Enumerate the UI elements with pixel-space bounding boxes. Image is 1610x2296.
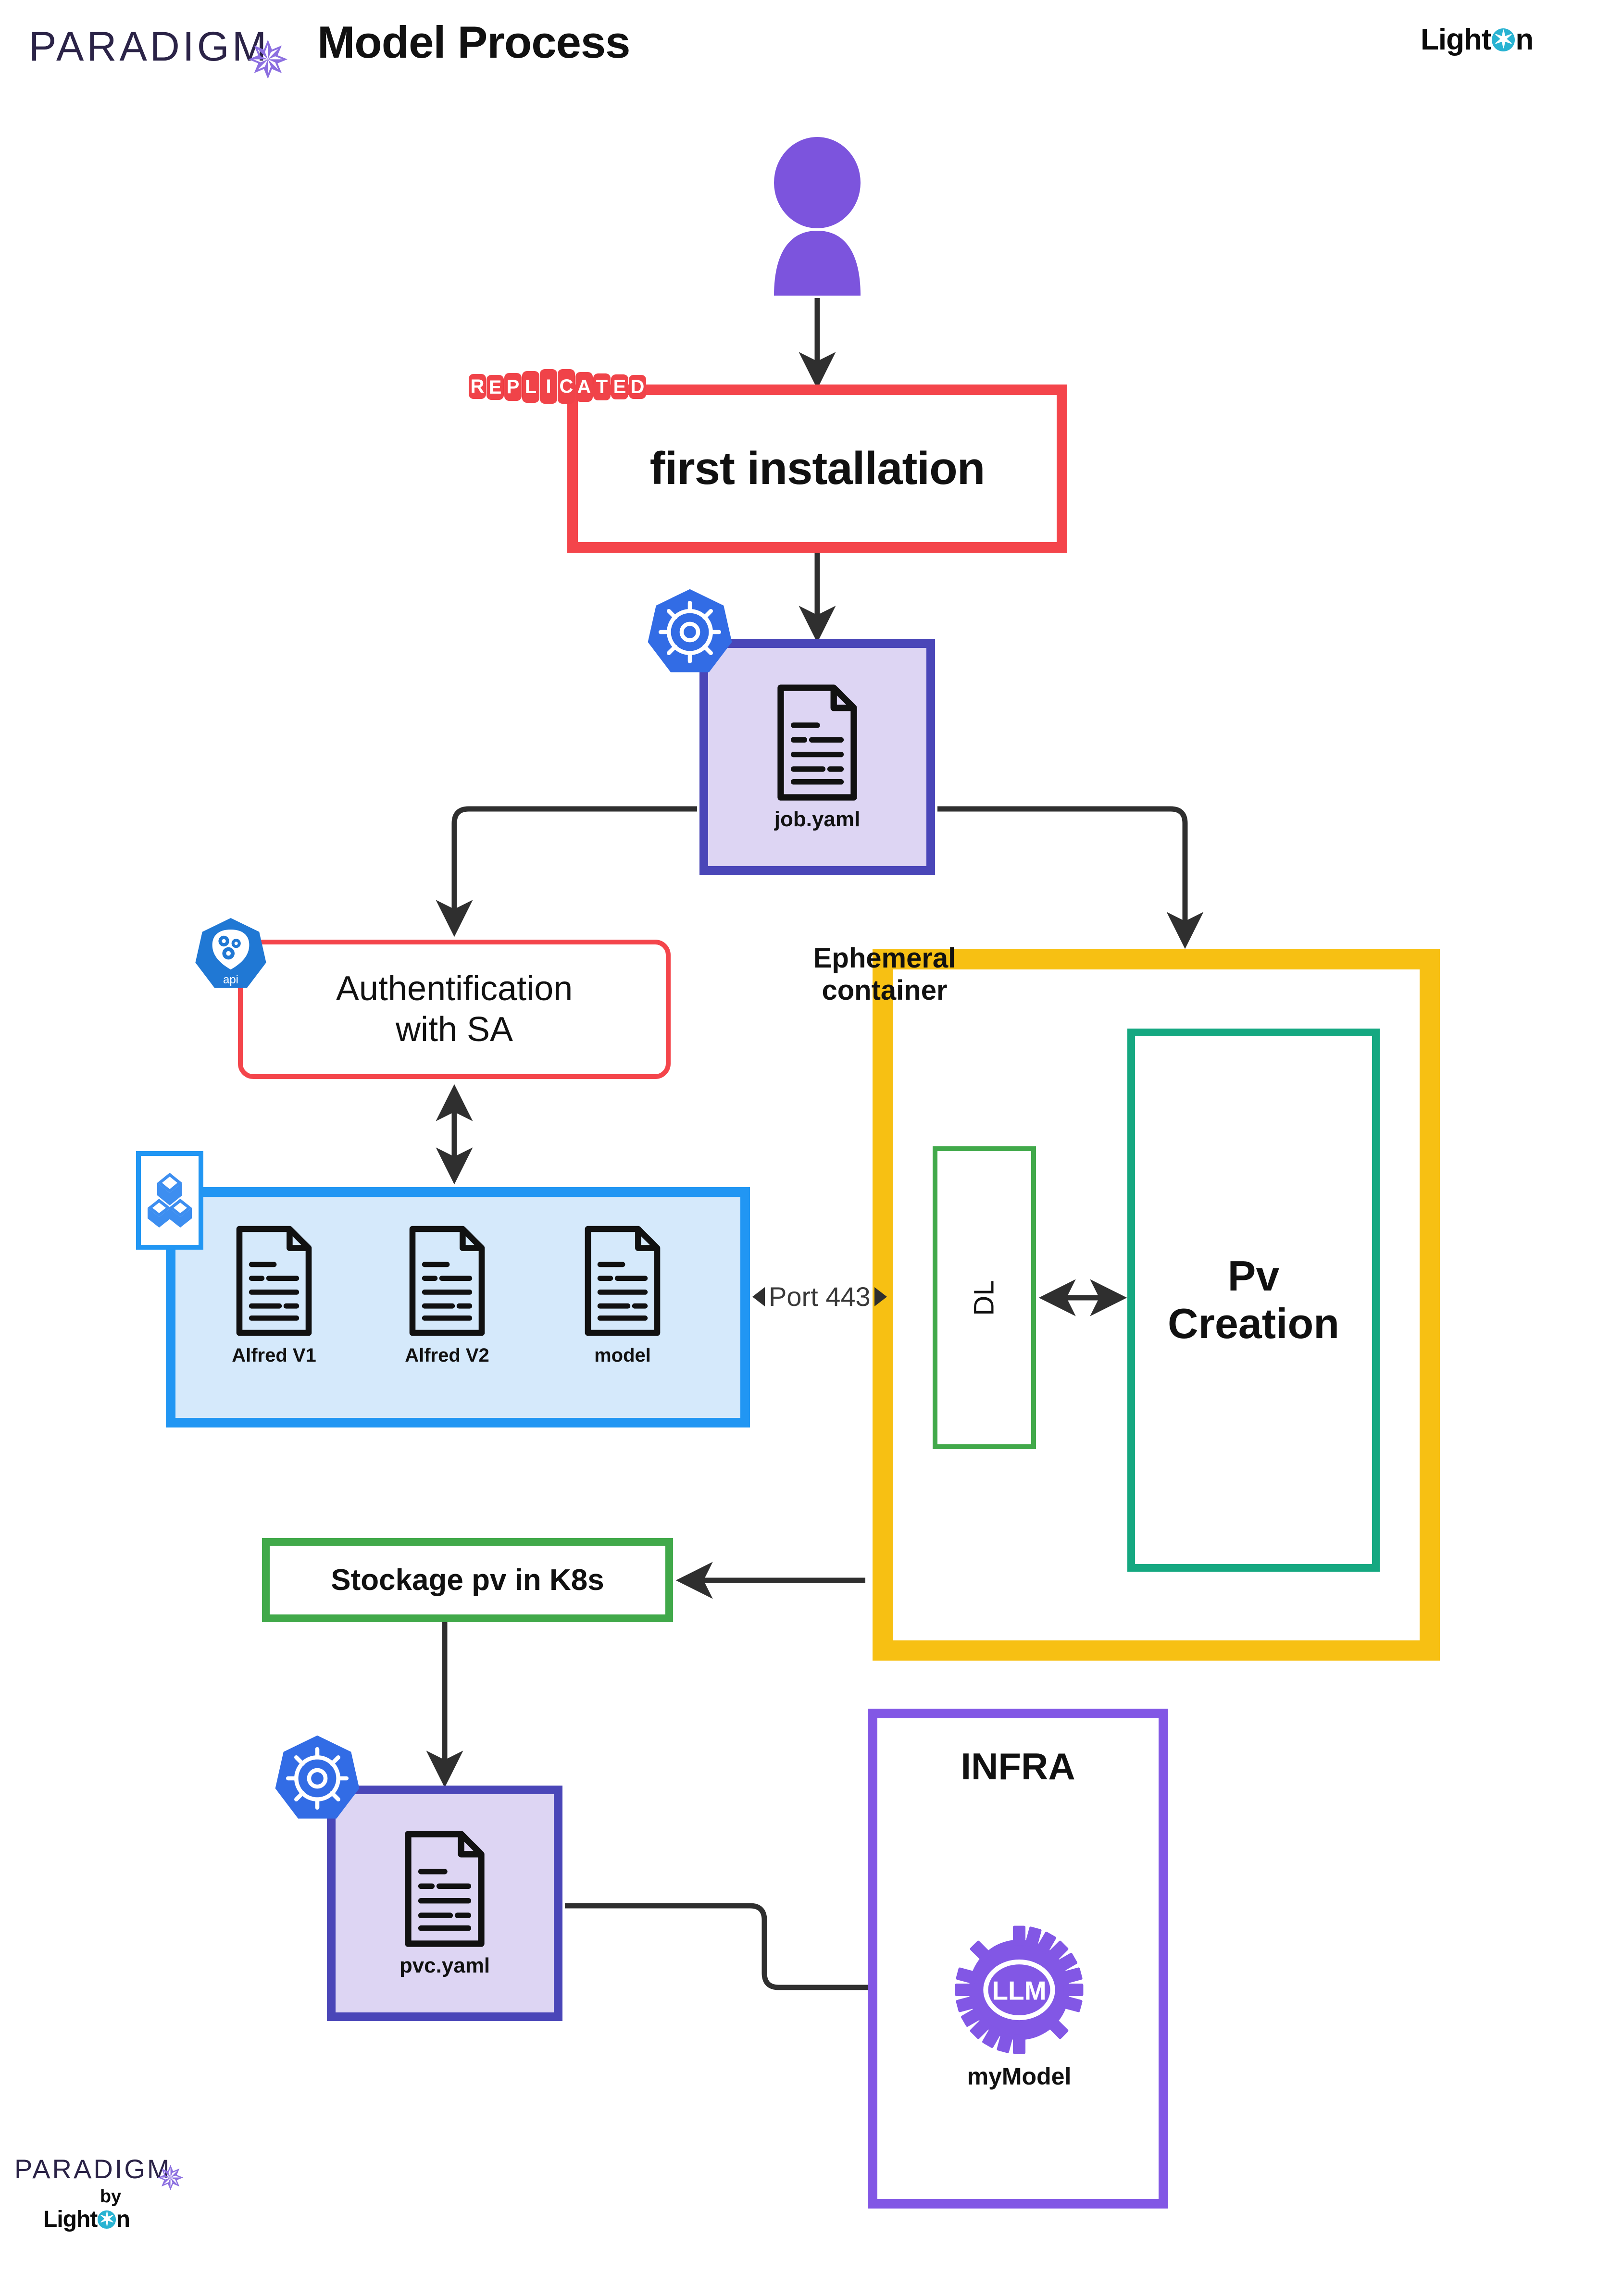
replicated-badge: R E P L I C A T E D xyxy=(469,369,647,404)
lighton-star-icon xyxy=(1491,28,1515,52)
diagram-canvas: PARADIGM✵ Model Process Lightn xyxy=(0,0,1610,2296)
document-icon xyxy=(236,1226,312,1336)
footer-paradigm-logo: PARADIGM ✵ xyxy=(14,2154,187,2197)
authentification-box[interactable]: Authentification with SA xyxy=(238,940,671,1079)
replicated-letter: P xyxy=(504,373,522,401)
artifact-file[interactable]: Alfred V1 xyxy=(231,1221,317,1366)
kubernetes-api-icon: api xyxy=(192,916,269,997)
replicated-letter: A xyxy=(575,372,593,402)
storage-blocks-icon xyxy=(136,1151,203,1250)
replicated-letter: I xyxy=(540,369,557,404)
lighton-logo-pre: Light xyxy=(1421,23,1491,56)
edge-jobyaml-to-auth xyxy=(436,806,697,937)
paradigm-wordmark-text: PARADIGM xyxy=(29,24,270,70)
authentification-label-line2: with SA xyxy=(395,1010,513,1049)
authentification-label-line1: Authentification xyxy=(336,969,573,1008)
first-installation-box[interactable]: first installation xyxy=(567,385,1067,553)
my-model-node[interactable]: LLM myModel xyxy=(949,1920,1089,2090)
replicated-letter: E xyxy=(487,375,504,400)
artifact-file-label: model xyxy=(594,1345,651,1366)
document-icon xyxy=(405,1831,485,1947)
artifact-file[interactable]: model xyxy=(579,1221,666,1366)
stockage-box[interactable]: Stockage pv in K8s xyxy=(262,1538,673,1622)
footer-lighton-pre: Light xyxy=(43,2207,98,2232)
lighton-logo: Lightn xyxy=(1421,23,1534,56)
replicated-letter: L xyxy=(522,371,539,403)
stockage-label: Stockage pv in K8s xyxy=(331,1564,604,1597)
page-header: PARADIGM✵ Model Process Lightn xyxy=(0,0,1610,87)
lighton-star-icon xyxy=(98,2210,116,2229)
paradigm-logo: PARADIGM ✵ xyxy=(29,24,293,89)
arrow-left-icon xyxy=(752,1287,765,1306)
edge-jobyaml-to-ephemeral xyxy=(937,806,1204,949)
ephemeral-container-label-line2: container xyxy=(822,975,948,1006)
replicated-letter: T xyxy=(593,373,611,400)
dl-box[interactable]: DL xyxy=(933,1146,1036,1449)
footer-lighton-logo: Lightn xyxy=(43,2208,207,2231)
lighton-logo-post: n xyxy=(1515,23,1534,56)
pv-creation-label-line1: Pv xyxy=(1227,1252,1280,1300)
first-installation-label: first installation xyxy=(649,443,986,494)
job-yaml-label: job.yaml xyxy=(774,807,861,831)
arrow-right-icon xyxy=(874,1287,887,1306)
port-label-text: Port 443 xyxy=(769,1281,871,1312)
kubernetes-icon xyxy=(644,586,736,678)
artifact-file-label: Alfred V1 xyxy=(232,1345,316,1366)
ephemeral-container-label-line1: Ephemeral xyxy=(813,943,956,974)
page-footer: PARADIGM✵ by Lightn xyxy=(14,2153,207,2231)
llm-text: LLM xyxy=(992,1975,1046,2005)
kubernetes-icon xyxy=(272,1733,363,1824)
dl-label: DL xyxy=(969,1279,1000,1316)
ephemeral-container-label: Ephemeral container xyxy=(788,942,981,1007)
document-icon xyxy=(585,1226,661,1336)
replicated-letter: E xyxy=(611,374,628,399)
artifact-file-label: Alfred V2 xyxy=(405,1345,489,1366)
my-model-label: myModel xyxy=(967,2063,1072,2090)
user-avatar-icon xyxy=(760,137,875,296)
gear-llm-icon: LLM xyxy=(955,1925,1084,2054)
pv-creation-label-line2: Creation xyxy=(1168,1300,1339,1347)
replicated-letter: D xyxy=(629,375,646,399)
replicated-letter: C xyxy=(558,369,575,404)
document-icon xyxy=(777,684,857,801)
footer-lighton-post: n xyxy=(116,2207,130,2232)
page-title: Model Process xyxy=(317,17,630,67)
artifact-file[interactable]: Alfred V2 xyxy=(404,1221,490,1366)
document-icon xyxy=(409,1226,485,1336)
replicated-letter: R xyxy=(469,374,486,399)
footer-paradigm-text: PARADIGM xyxy=(14,2154,172,2184)
port-label: Port 443 xyxy=(752,1281,887,1312)
pvc-yaml-label: pvc.yaml xyxy=(399,1954,490,1977)
pv-creation-box[interactable]: Pv Creation xyxy=(1127,1029,1380,1572)
infra-title: INFRA xyxy=(961,1745,1075,1787)
api-icon-label: api xyxy=(223,973,238,986)
